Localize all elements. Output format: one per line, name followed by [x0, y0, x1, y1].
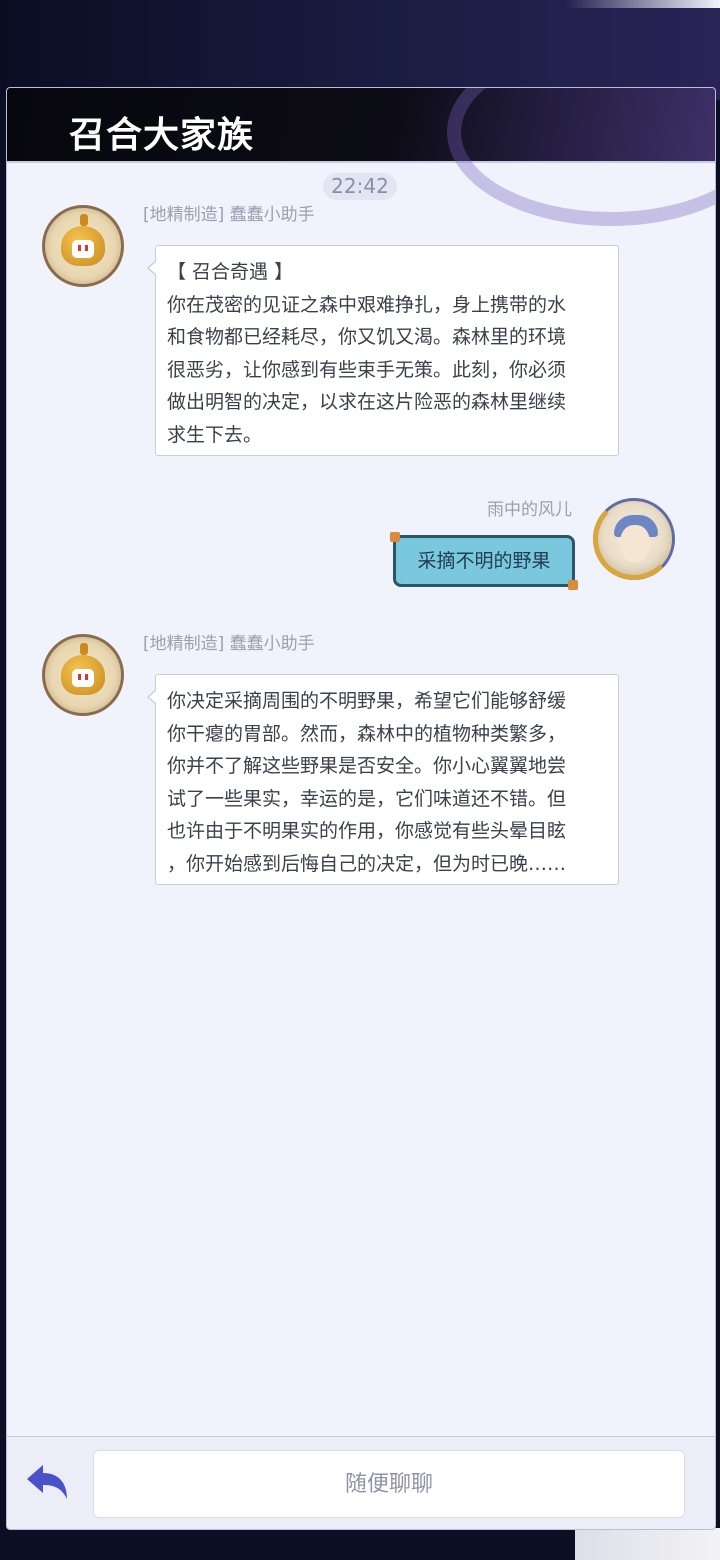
title-bar: 召合大家族: [7, 88, 715, 226]
robot-face: [72, 240, 94, 258]
player-choice-text: 采摘不明的野果: [417, 550, 551, 572]
robot-antenna: [80, 643, 88, 655]
sender-name: [地精制造] 蠢蠢小助手: [143, 634, 315, 654]
robot-head: [61, 655, 105, 695]
chat-input[interactable]: [93, 1450, 685, 1518]
bubble-ornament: [390, 532, 400, 542]
bottom-background: [0, 1528, 720, 1560]
player-avatar[interactable]: [593, 498, 675, 580]
title-decoration: [447, 88, 715, 226]
message-line: 你并不了解这些野果是否安全。你小心翼翼地尝: [167, 755, 567, 777]
robot-avatar[interactable]: [42, 205, 124, 287]
top-background: [0, 0, 720, 100]
message-line: 你干瘪的胃部。然而，森林中的植物种类繁多，: [167, 722, 567, 745]
message-line: 你决定采摘周围的不明野果，希望它们能够舒缓: [167, 690, 567, 712]
window-title: 召合大家族: [69, 114, 255, 156]
message-line: 求生下去。: [167, 423, 263, 446]
robot-head: [61, 226, 105, 266]
light-streak: [565, 0, 720, 8]
robot-antenna: [80, 214, 88, 226]
chat-window: 召合大家族 22:42 [地精制造] 蠢蠢小助手 【 召合奇遇 】 你在茂密的见…: [6, 87, 716, 1530]
input-bar: [7, 1436, 715, 1529]
light-streak: [575, 1528, 720, 1560]
message-line: 很恶劣，让你感到有些束手无策。此刻，你必须: [167, 358, 567, 381]
sender-name: [地精制造] 蠢蠢小助手: [143, 205, 315, 225]
message-line: 【 召合奇遇 】: [167, 261, 294, 283]
message-line: 试了一些果实，幸运的是，它们味道还不错。但: [167, 787, 567, 810]
robot-avatar[interactable]: [42, 634, 124, 716]
message-bubble: 你决定采摘周围的不明野果，希望它们能够舒缓 你干瘪的胃部。然而，森林中的植物种类…: [147, 674, 619, 885]
message-line: ，你开始感到后悔自己的决定，但为时已晚……: [167, 852, 567, 875]
bubble-ornament: [568, 580, 578, 590]
back-button[interactable]: [23, 1457, 73, 1507]
message-line: 你在茂密的见证之森中艰难挣扎，身上携带的水: [167, 293, 567, 316]
player-face: [620, 525, 650, 563]
back-arrow-icon: [27, 1465, 67, 1499]
player-choice-bubble: 采摘不明的野果: [390, 532, 578, 590]
sender-name: 雨中的风儿: [487, 500, 572, 520]
robot-face: [72, 669, 94, 687]
message-line: 和食物都已经耗尽，你又饥又渴。森林里的环境: [167, 326, 567, 348]
message-line: 也许由于不明果实的作用，你感觉有些头晕目眩: [167, 820, 567, 842]
message-bubble: 【 召合奇遇 】 你在茂密的见证之森中艰难挣扎，身上携带的水 和食物都已经耗尽，…: [147, 245, 619, 456]
message-timestamp: 22:42: [323, 173, 397, 200]
message-line: 做出明智的决定，以求在这片险恶的森林里继续: [167, 391, 567, 413]
